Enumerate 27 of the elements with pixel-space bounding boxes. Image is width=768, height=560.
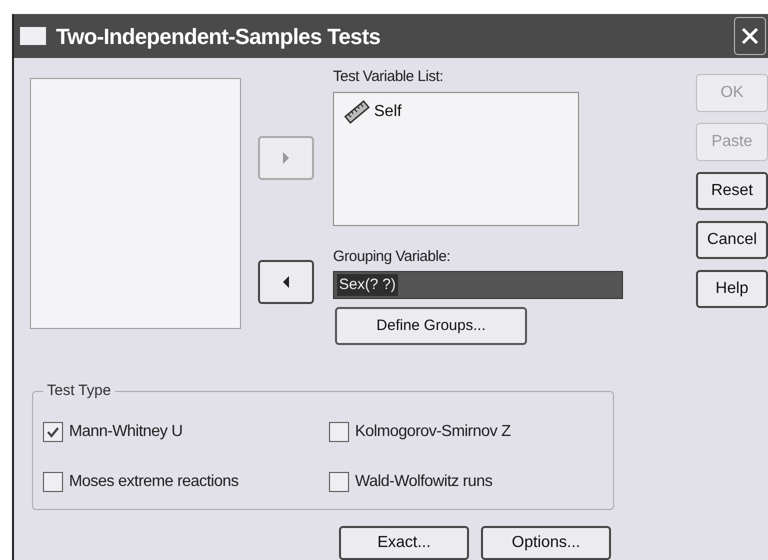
checkbox-label[interactable]: Wald-Wolfowitz runs xyxy=(355,470,492,494)
grouping-variable-field[interactable]: Sex(? ?) xyxy=(333,270,623,299)
right-triangle-icon xyxy=(281,151,291,166)
window-title: Two-Independent-Samples Tests xyxy=(56,22,380,51)
left-triangle-icon xyxy=(281,275,291,290)
checkbox[interactable] xyxy=(329,472,349,492)
dialog-button[interactable]: Help xyxy=(696,270,768,308)
dialog-button[interactable]: Options... xyxy=(481,526,611,560)
close-button[interactable] xyxy=(734,17,766,56)
window-icon xyxy=(20,27,46,46)
dialog-button[interactable]: Reset xyxy=(696,172,768,210)
checkbox[interactable] xyxy=(43,422,63,442)
variable-item[interactable]: Self xyxy=(374,100,402,124)
checkbox[interactable] xyxy=(43,472,63,492)
checkbox-label[interactable]: Mann-Whitney U xyxy=(69,420,183,444)
define-groups-button[interactable]: Define Groups... xyxy=(335,306,527,345)
dialog-button[interactable]: Cancel xyxy=(696,221,768,260)
checkbox[interactable] xyxy=(329,422,349,442)
checkbox-label[interactable]: Moses extreme reactions xyxy=(69,470,239,494)
checkbox-label[interactable]: Kolmogorov-Smirnov Z xyxy=(355,420,511,444)
test-variable-list[interactable]: Self xyxy=(333,92,579,226)
move-arrow-button[interactable] xyxy=(258,260,314,304)
close-icon xyxy=(740,26,760,46)
dialog-button[interactable]: Exact... xyxy=(339,526,469,560)
field-label: Test Variable List: xyxy=(333,68,444,86)
field-label: Grouping Variable: xyxy=(333,247,452,268)
check-icon xyxy=(46,424,60,439)
